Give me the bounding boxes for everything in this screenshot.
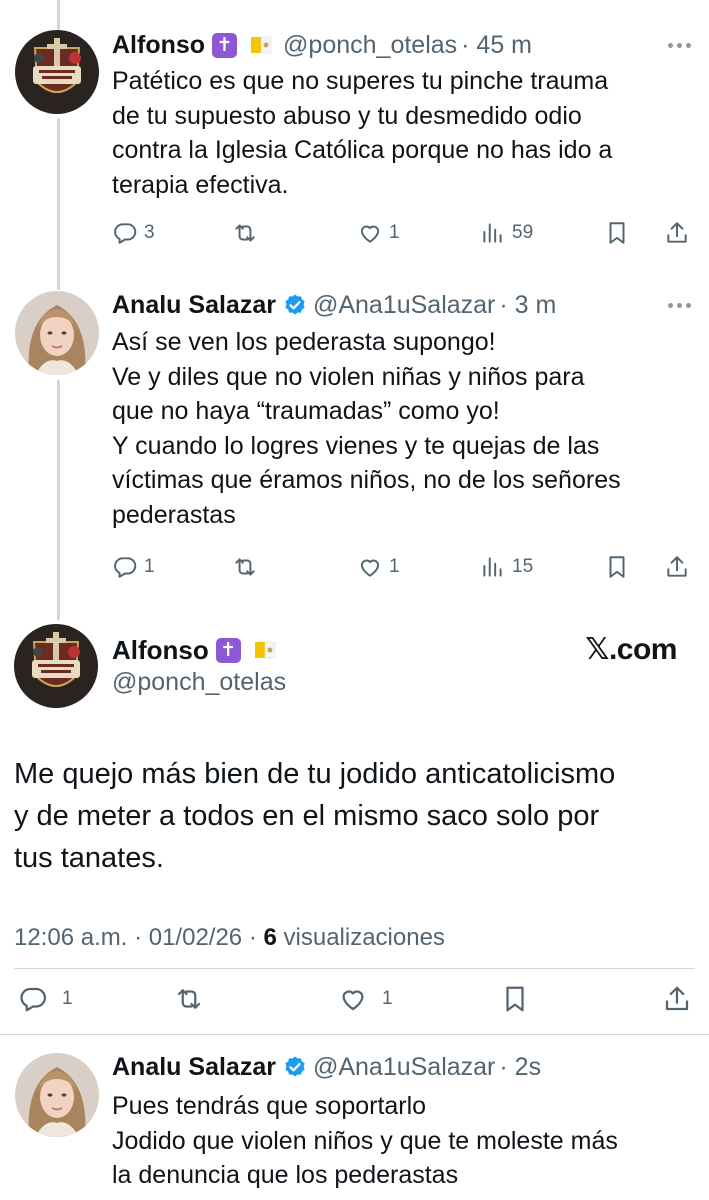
reply-button[interactable]: 1 [18, 984, 73, 1014]
like-count: 1 [382, 988, 393, 1009]
tweet-actions: 3 1 59 [112, 220, 692, 250]
like-count: 1 [389, 222, 400, 243]
tweet-text: Me quejo más bien de tu jodido anticatol… [14, 758, 616, 874]
xcom-brand: 𝕏.com [585, 633, 677, 666]
retweet-icon [177, 989, 201, 1009]
author-handle[interactable]: @ponch_otelas [112, 668, 286, 697]
author-name[interactable]: Alfonso [112, 30, 205, 60]
retweet-icon [235, 558, 255, 576]
avatar[interactable] [15, 30, 99, 114]
tweet-time[interactable]: · 2s [499, 1052, 541, 1082]
author-handle[interactable]: @Ana1uSalazar [313, 290, 495, 320]
share-icon [667, 222, 687, 243]
views-icon [483, 223, 502, 243]
woman-portrait-avatar [15, 291, 99, 375]
views-count: 6 [263, 924, 277, 951]
views-icon [483, 557, 502, 577]
thread-line [57, 118, 60, 290]
views-button[interactable]: 59 [480, 220, 533, 246]
author-handle[interactable]: @ponch_otelas [283, 30, 457, 60]
retweet-button[interactable] [174, 984, 204, 1014]
thread-line [57, 0, 60, 30]
share-button[interactable] [664, 220, 690, 246]
author-name[interactable]: Analu Salazar [112, 290, 276, 320]
tweet-text: Pues tendrás que soportarlo Jodido que v… [112, 1092, 618, 1189]
latin-cross-emoji: ✝ [212, 32, 238, 58]
tweet-time[interactable]: · 3 m [499, 290, 556, 320]
avatar[interactable] [14, 624, 98, 708]
retweet-icon [235, 224, 255, 242]
reply-icon [20, 987, 46, 1012]
heart-icon [360, 559, 380, 577]
heart-icon [342, 990, 364, 1011]
verified-badge-icon [283, 293, 307, 317]
tweet-text: Patético es que no superes tu pinche tra… [112, 67, 613, 199]
catholic-crest-avatar [15, 30, 99, 114]
more-options-icon[interactable] [668, 30, 691, 60]
author-handle[interactable]: @Ana1uSalazar [313, 1052, 495, 1082]
divider [0, 1034, 709, 1035]
share-button[interactable] [664, 554, 690, 580]
latin-cross-emoji: ✝ [215, 637, 241, 663]
more-options-icon[interactable] [668, 290, 691, 320]
views-label: visualizaciones [276, 924, 445, 951]
divider [14, 968, 695, 969]
avatar[interactable] [15, 1053, 99, 1137]
bookmark-button[interactable] [604, 554, 630, 580]
bookmark-button[interactable] [604, 220, 630, 246]
reply-button[interactable]: 1 [112, 554, 155, 580]
views-button[interactable]: 15 [480, 554, 533, 580]
reply-count: 1 [144, 556, 155, 577]
author-name[interactable]: Alfonso [112, 634, 209, 666]
reply-count: 1 [62, 988, 73, 1009]
like-count: 1 [389, 556, 400, 577]
share-icon [665, 986, 689, 1011]
like-button[interactable]: 1 [357, 220, 400, 246]
retweet-button[interactable] [232, 554, 258, 580]
vatican-flag-icon [249, 33, 273, 57]
reply-icon [114, 557, 137, 578]
tweet-actions: 1 1 [14, 984, 694, 1016]
author-name[interactable]: Analu Salazar [112, 1052, 276, 1082]
views-count: 59 [512, 222, 534, 243]
share-icon [667, 556, 687, 577]
views-count: 15 [512, 556, 534, 577]
bookmark-icon [506, 986, 524, 1012]
reply-icon [114, 223, 137, 244]
avatar[interactable] [15, 291, 99, 375]
share-button[interactable] [662, 984, 692, 1014]
retweet-button[interactable] [232, 220, 258, 246]
tweet-meta: 12:06 a.m. · 01/02/26 · 6 visualizacione… [14, 924, 445, 952]
catholic-crest-avatar [14, 624, 98, 708]
reply-button[interactable]: 3 [112, 220, 155, 246]
vatican-flag-icon [253, 638, 277, 662]
woman-portrait-avatar [15, 1053, 99, 1137]
tweet-actions: 1 1 15 [112, 554, 692, 584]
bookmark-icon [609, 556, 625, 578]
tweet-text: Así se ven los pederasta supongo! Ve y d… [112, 328, 621, 529]
tweet-time[interactable]: · 45 m [461, 30, 532, 60]
thread-line [57, 380, 60, 620]
verified-badge-icon [283, 1055, 307, 1079]
heart-icon [360, 225, 380, 243]
bookmark-icon [609, 222, 625, 244]
reply-count: 3 [144, 222, 155, 243]
bookmark-button[interactable] [500, 984, 530, 1014]
like-button[interactable]: 1 [357, 554, 400, 580]
like-button[interactable]: 1 [338, 984, 393, 1014]
timestamp[interactable]: 12:06 a.m. · 01/02/26 · [14, 924, 263, 951]
